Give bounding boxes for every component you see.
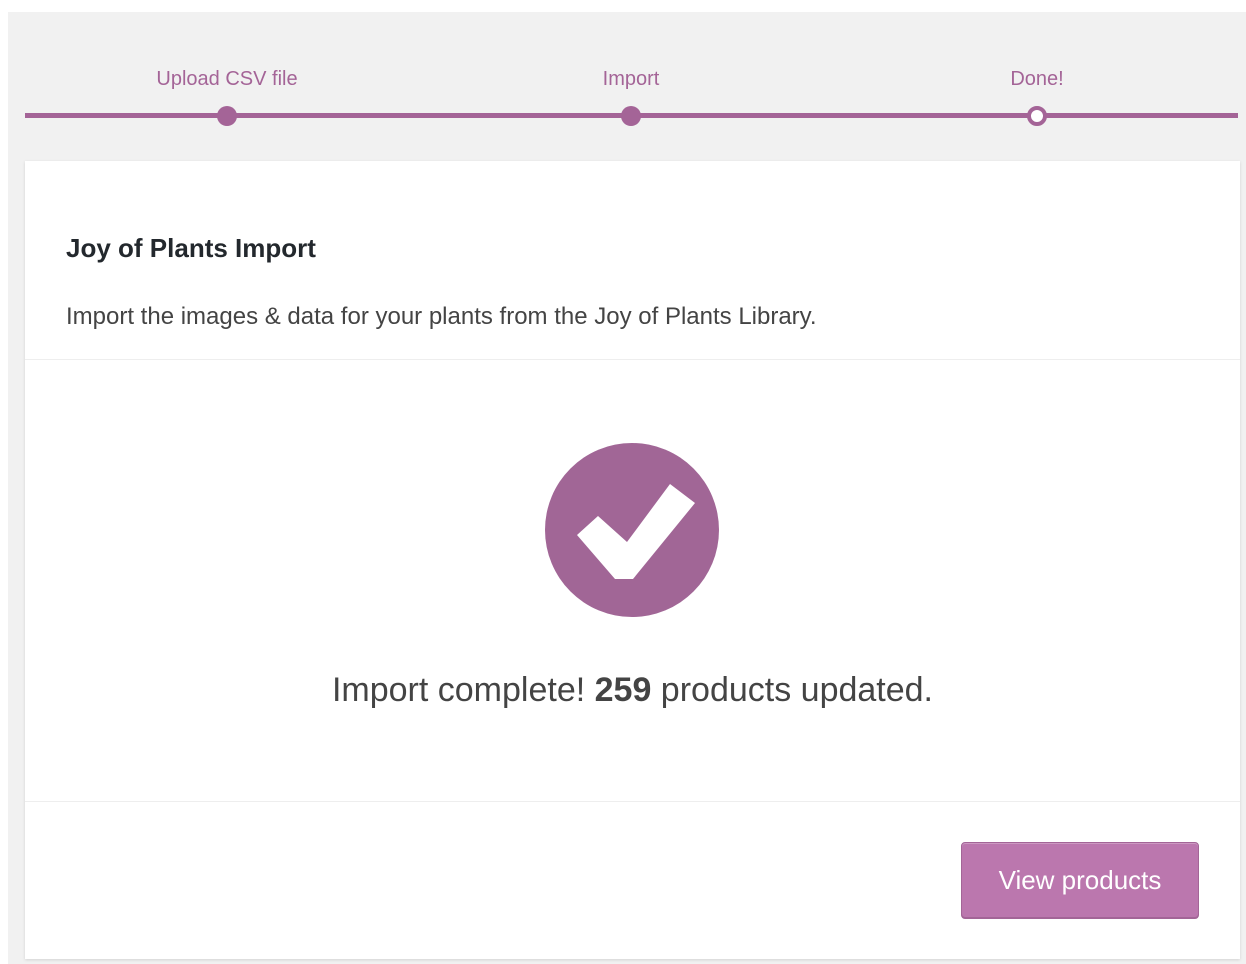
card-title: Joy of Plants Import [66,233,316,263]
import-complete-message: Import complete! 259 products updated. [25,671,1240,710]
importer-frame: Upload CSV file Import Done! Joy of Plan… [8,12,1246,964]
step-label: Import [602,68,660,90]
import-card: Joy of Plants Import Import the images &… [25,161,1240,959]
step-upload-csv: Upload CSV file [77,12,377,132]
step-label: Done! [1010,68,1064,90]
checkmark-icon [545,443,719,617]
checkmark-glyph [577,484,695,579]
step-dot-current [1027,106,1047,126]
step-dot-done [217,106,237,126]
step-dot-done [621,106,641,126]
complete-suffix: products updated. [651,671,934,709]
card-header: Joy of Plants Import Import the images &… [25,161,1240,360]
step-import: Import [481,12,781,132]
complete-prefix: Import complete! [331,671,595,709]
card-body: Import complete! 259 products updated. [25,360,1240,802]
step-label: Upload CSV file [156,68,298,90]
products-updated-count: 259 [594,671,652,709]
card-footer: View products [25,802,1240,959]
card-description: Import the images & data for your plants… [66,303,817,330]
progress-steps: Upload CSV file Import Done! [25,12,1238,152]
view-products-button[interactable]: View products [961,842,1199,918]
step-done: Done! [887,12,1187,132]
